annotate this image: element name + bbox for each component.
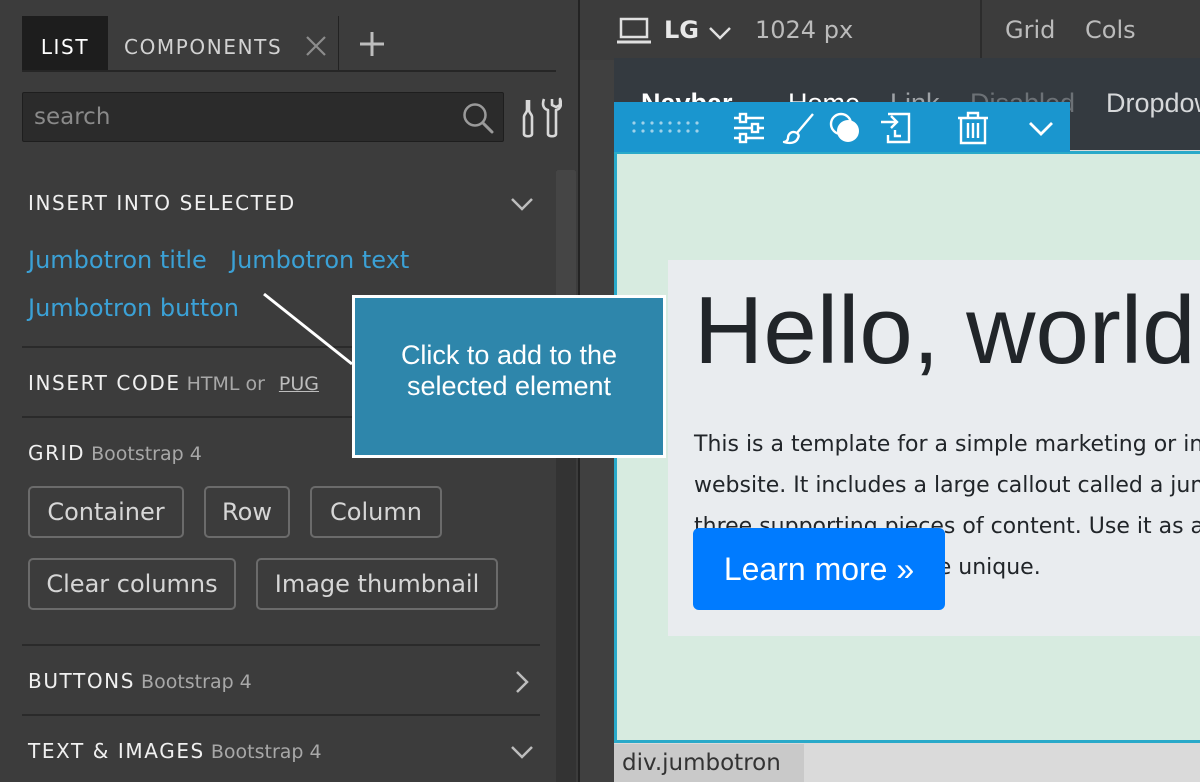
section-text-images-label: TEXT & IMAGES bbox=[28, 739, 205, 763]
close-icon[interactable] bbox=[304, 34, 328, 58]
section-insert-code-label: INSERT CODE bbox=[28, 371, 181, 395]
section-buttons-label: BUTTONS bbox=[28, 669, 136, 693]
jumbotron-title[interactable]: Hello, world! bbox=[694, 276, 1200, 386]
chevron-down-icon[interactable] bbox=[1024, 111, 1058, 145]
tab-components[interactable]: COMPONENTS bbox=[124, 16, 282, 70]
section-title-insert-selected[interactable]: INSERT INTO SELECTED bbox=[28, 191, 296, 215]
selected-element-label: div.jumbotron bbox=[614, 744, 804, 782]
element-toolbar bbox=[614, 102, 1070, 152]
callout-tooltip: Click to add to the selected element bbox=[352, 295, 666, 458]
section-title-grid[interactable]: GRID Bootstrap 4 bbox=[28, 441, 202, 465]
pug-link[interactable]: PUG bbox=[279, 373, 319, 395]
chevron-right-icon[interactable] bbox=[508, 668, 536, 696]
section-grid-label: GRID bbox=[28, 441, 86, 465]
column-button[interactable]: Column bbox=[310, 486, 442, 538]
section-buttons-sub: Bootstrap 4 bbox=[141, 671, 252, 693]
tab-separator bbox=[338, 16, 339, 70]
device-toolbar: LG 1024 px Grid Cols bbox=[580, 0, 1200, 60]
section-title-insert-code[interactable]: INSERT CODE HTML or PUG bbox=[28, 371, 319, 395]
row-button[interactable]: Row bbox=[204, 486, 290, 538]
tab-list[interactable]: LIST bbox=[22, 16, 108, 70]
chevron-down-icon[interactable] bbox=[508, 190, 536, 218]
section-insert-selected-label: INSERT INTO SELECTED bbox=[28, 191, 296, 215]
width-label: 1024 px bbox=[755, 16, 854, 44]
section-divider bbox=[22, 714, 540, 716]
device-size-label[interactable]: LG bbox=[664, 16, 699, 44]
chevron-down-icon[interactable] bbox=[508, 738, 536, 766]
page-canvas: Navbar Home Link Disabled Dropdown Hello… bbox=[614, 58, 1200, 782]
nav-item-dropdown[interactable]: Dropdown bbox=[1106, 88, 1200, 119]
learn-more-button[interactable]: Learn more » bbox=[693, 528, 945, 610]
chevron-down-icon[interactable] bbox=[707, 20, 733, 46]
section-grid-sub: Bootstrap 4 bbox=[91, 443, 202, 465]
search-icon[interactable] bbox=[461, 101, 495, 135]
settings-sliders-icon[interactable] bbox=[732, 111, 766, 145]
panel-tabs: LIST COMPONENTS bbox=[22, 16, 556, 72]
search-input[interactable] bbox=[23, 93, 453, 141]
preview-area: LG 1024 px Grid Cols Navbar Home Link Di… bbox=[580, 0, 1200, 782]
container-button[interactable]: Container bbox=[28, 486, 184, 538]
trash-icon[interactable] bbox=[956, 111, 990, 145]
section-title-buttons[interactable]: BUTTONS Bootstrap 4 bbox=[28, 669, 252, 693]
search-box bbox=[22, 92, 504, 142]
grid-toggle[interactable]: Grid bbox=[1005, 16, 1055, 44]
brush-icon[interactable] bbox=[782, 111, 816, 145]
drag-handle-icon[interactable] bbox=[632, 120, 702, 134]
section-text-images-sub: Bootstrap 4 bbox=[210, 741, 322, 763]
insert-icon[interactable] bbox=[878, 111, 912, 145]
tools-icon[interactable] bbox=[518, 96, 562, 140]
toolbar-separator bbox=[980, 0, 982, 60]
link-jumbotron-title[interactable]: Jumbotron title bbox=[28, 246, 207, 274]
section-divider bbox=[22, 644, 540, 646]
section-insert-code-sub: HTML or bbox=[186, 373, 265, 395]
link-jumbotron-text[interactable]: Jumbotron text bbox=[230, 246, 409, 274]
link-jumbotron-button[interactable]: Jumbotron button bbox=[28, 294, 239, 322]
clear-columns-button[interactable]: Clear columns bbox=[28, 558, 236, 610]
circles-icon[interactable] bbox=[828, 111, 862, 145]
plus-icon[interactable] bbox=[356, 28, 388, 60]
section-title-text-images[interactable]: TEXT & IMAGES Bootstrap 4 bbox=[28, 739, 322, 763]
jumbotron[interactable]: Hello, world! This is a template for a s… bbox=[668, 260, 1200, 636]
laptop-icon[interactable] bbox=[616, 17, 652, 45]
image-thumbnail-button[interactable]: Image thumbnail bbox=[256, 558, 498, 610]
cols-toggle[interactable]: Cols bbox=[1085, 16, 1136, 44]
